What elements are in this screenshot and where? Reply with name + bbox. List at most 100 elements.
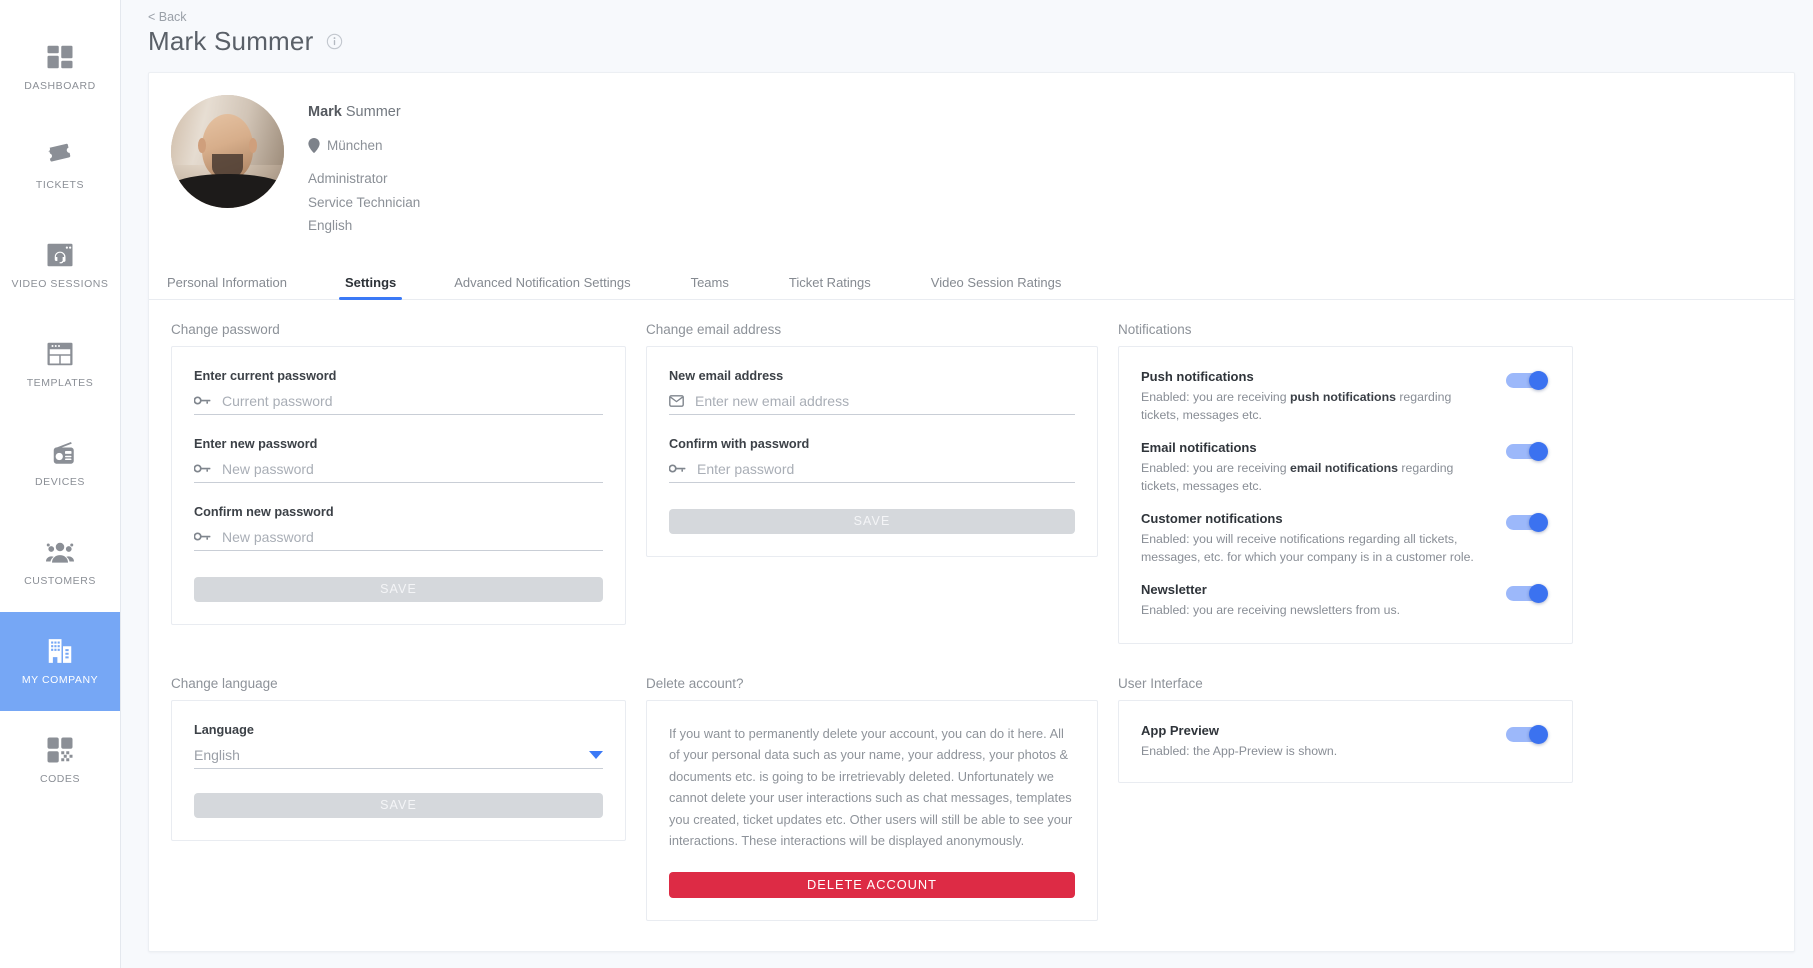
notification-name: Email notifications xyxy=(1141,439,1257,455)
change-email-box: New email address Enter new email addres… xyxy=(646,345,1098,557)
desc-bold: email notifications xyxy=(1290,460,1398,475)
field-label: Enter current password xyxy=(194,368,337,383)
notification-desc: Enabled: you are receiving email notific… xyxy=(1141,459,1492,495)
notification-row-newsletter: Newsletter Enabled: you are receiving ne… xyxy=(1141,582,1550,619)
tab-bar: Personal Information Settings Advanced N… xyxy=(149,264,1794,300)
toggle-push-notifications[interactable] xyxy=(1506,370,1550,390)
ticket-icon xyxy=(45,141,75,171)
chevron-down-icon[interactable] xyxy=(589,750,603,759)
ui-item-name: App Preview xyxy=(1141,722,1220,738)
sidebar-item-label: DASHBOARD xyxy=(24,80,96,93)
notification-text: Email notifications Enabled: you are rec… xyxy=(1141,440,1506,495)
user-interface-box: App Preview Enabled: the App-Preview is … xyxy=(1118,699,1573,783)
current-password-input[interactable]: Current password xyxy=(194,393,603,415)
user-interface-title: User Interface xyxy=(1118,675,1203,691)
ui-item-desc: Enabled: the App-Preview is shown. xyxy=(1141,743,1338,758)
key-icon xyxy=(194,531,211,542)
sidebar-item-label: DEVICES xyxy=(35,476,85,489)
sidebar-item-label: TICKETS xyxy=(35,179,85,192)
sidebar-item-my-company[interactable]: MY COMPANY xyxy=(0,612,120,711)
tab-teams[interactable]: Teams xyxy=(691,275,729,299)
field-label: New email address xyxy=(669,368,784,383)
settings-panels: Change password Enter current password C… xyxy=(149,300,1794,952)
video-session-icon xyxy=(45,240,75,270)
field-label: Confirm new password xyxy=(194,504,334,519)
confirm-password-field: Confirm new password New password xyxy=(194,505,603,551)
template-icon xyxy=(45,339,75,369)
confirm-email-password-field: Confirm with password Enter password xyxy=(669,437,1075,483)
sidebar-item-customers[interactable]: CUSTOMERS xyxy=(0,513,120,612)
sidebar: DASHBOARD TICKETS VIDEO SESSIONS TEMPLAT… xyxy=(0,0,121,968)
tab-settings[interactable]: Settings xyxy=(338,275,403,300)
placeholder-text: Enter password xyxy=(697,460,795,477)
toggle-customer-notifications[interactable] xyxy=(1506,512,1550,532)
notification-row-customer: Customer notifications Enabled: you will… xyxy=(1141,511,1550,566)
notification-row-email: Email notifications Enabled: you are rec… xyxy=(1141,440,1550,495)
info-icon[interactable] xyxy=(326,33,343,50)
sidebar-item-templates[interactable]: TEMPLATES xyxy=(0,315,120,414)
delete-account-title: Delete account? xyxy=(646,675,744,691)
settings-content-card: Mark Summer München Administrator Servic… xyxy=(148,72,1795,952)
toggle-email-notifications[interactable] xyxy=(1506,441,1550,461)
sidebar-item-video-sessions[interactable]: VIDEO SESSIONS xyxy=(0,216,120,315)
back-link[interactable]: < Back xyxy=(148,10,187,24)
main-area: < Back Mark Summer Mark Summer München A… xyxy=(121,0,1813,968)
profile-location: München xyxy=(308,138,420,153)
placeholder-text: Enter new email address xyxy=(695,392,850,409)
confirm-email-password-input[interactable]: Enter password xyxy=(669,461,1075,483)
placeholder-text: Current password xyxy=(222,392,333,409)
delete-account-button[interactable]: DELETE ACCOUNT xyxy=(669,871,1075,898)
confirm-password-input[interactable]: New password xyxy=(194,529,603,551)
toggle-newsletter[interactable] xyxy=(1506,583,1550,603)
notifications-title: Notifications xyxy=(1118,321,1192,337)
field-label: Language xyxy=(194,722,254,737)
sidebar-item-dashboard[interactable]: DASHBOARD xyxy=(0,18,120,117)
notification-text: Customer notifications Enabled: you will… xyxy=(1141,511,1506,566)
sidebar-item-label: TEMPLATES xyxy=(26,377,94,390)
notification-name: Customer notifications xyxy=(1141,510,1283,526)
sidebar-item-codes[interactable]: CODES xyxy=(0,711,120,810)
sidebar-item-tickets[interactable]: TICKETS xyxy=(0,117,120,216)
save-password-button[interactable]: SAVE xyxy=(194,576,603,602)
toggle-app-preview[interactable] xyxy=(1506,724,1550,744)
delete-account-body: If you want to permanently delete your a… xyxy=(669,725,1073,849)
save-email-button[interactable]: SAVE xyxy=(669,508,1075,534)
desc-pre: Enabled: you are receiving xyxy=(1141,389,1291,404)
sidebar-item-devices[interactable]: DEVICES xyxy=(0,414,120,513)
language-select[interactable]: English xyxy=(194,747,603,769)
change-password-box: Enter current password Current password … xyxy=(171,345,626,625)
change-language-panel: Change language Language English SAVE xyxy=(171,676,626,921)
notification-name: Push notifications xyxy=(1141,368,1254,384)
field-label: Confirm with password xyxy=(669,436,810,451)
notification-text: Push notifications Enabled: you are rece… xyxy=(1141,369,1506,424)
save-language-button[interactable]: SAVE xyxy=(194,792,603,818)
notification-desc: Enabled: you are receiving newsletters f… xyxy=(1141,602,1401,617)
profile-last-name: Summer xyxy=(345,104,401,120)
company-building-icon xyxy=(45,636,75,666)
key-icon xyxy=(194,463,211,474)
tab-video-session-ratings[interactable]: Video Session Ratings xyxy=(931,275,1062,299)
tab-ticket-ratings[interactable]: Ticket Ratings xyxy=(789,275,871,299)
new-password-field: Enter new password New password xyxy=(194,437,603,483)
change-password-title: Change password xyxy=(171,321,280,337)
new-email-field: New email address Enter new email addres… xyxy=(669,369,1075,415)
field-label: Enter new password xyxy=(194,436,318,451)
dashboard-icon xyxy=(45,42,75,72)
language-selected-value: English xyxy=(194,746,240,763)
device-radio-icon xyxy=(45,438,75,468)
sidebar-item-label: MY COMPANY xyxy=(21,674,99,687)
key-icon xyxy=(194,395,211,406)
new-email-input[interactable]: Enter new email address xyxy=(669,393,1075,415)
desc-bold: push notifications xyxy=(1290,389,1396,404)
profile-first-name: Mark xyxy=(308,104,342,120)
tab-advanced-notification-settings[interactable]: Advanced Notification Settings xyxy=(454,275,630,299)
avatar xyxy=(171,95,284,208)
desc-pre: Enabled: you are receiving xyxy=(1141,460,1291,475)
page-header: < Back Mark Summer xyxy=(121,0,1813,57)
delete-account-box: If you want to permanently delete your a… xyxy=(646,699,1098,921)
change-password-panel: Change password Enter current password C… xyxy=(171,322,626,644)
notifications-panel: Notifications Push notifications Enabled… xyxy=(1118,322,1573,644)
change-email-panel: Change email address New email address E… xyxy=(646,322,1098,644)
new-password-input[interactable]: New password xyxy=(194,461,603,483)
tab-personal-information[interactable]: Personal Information xyxy=(167,275,287,299)
